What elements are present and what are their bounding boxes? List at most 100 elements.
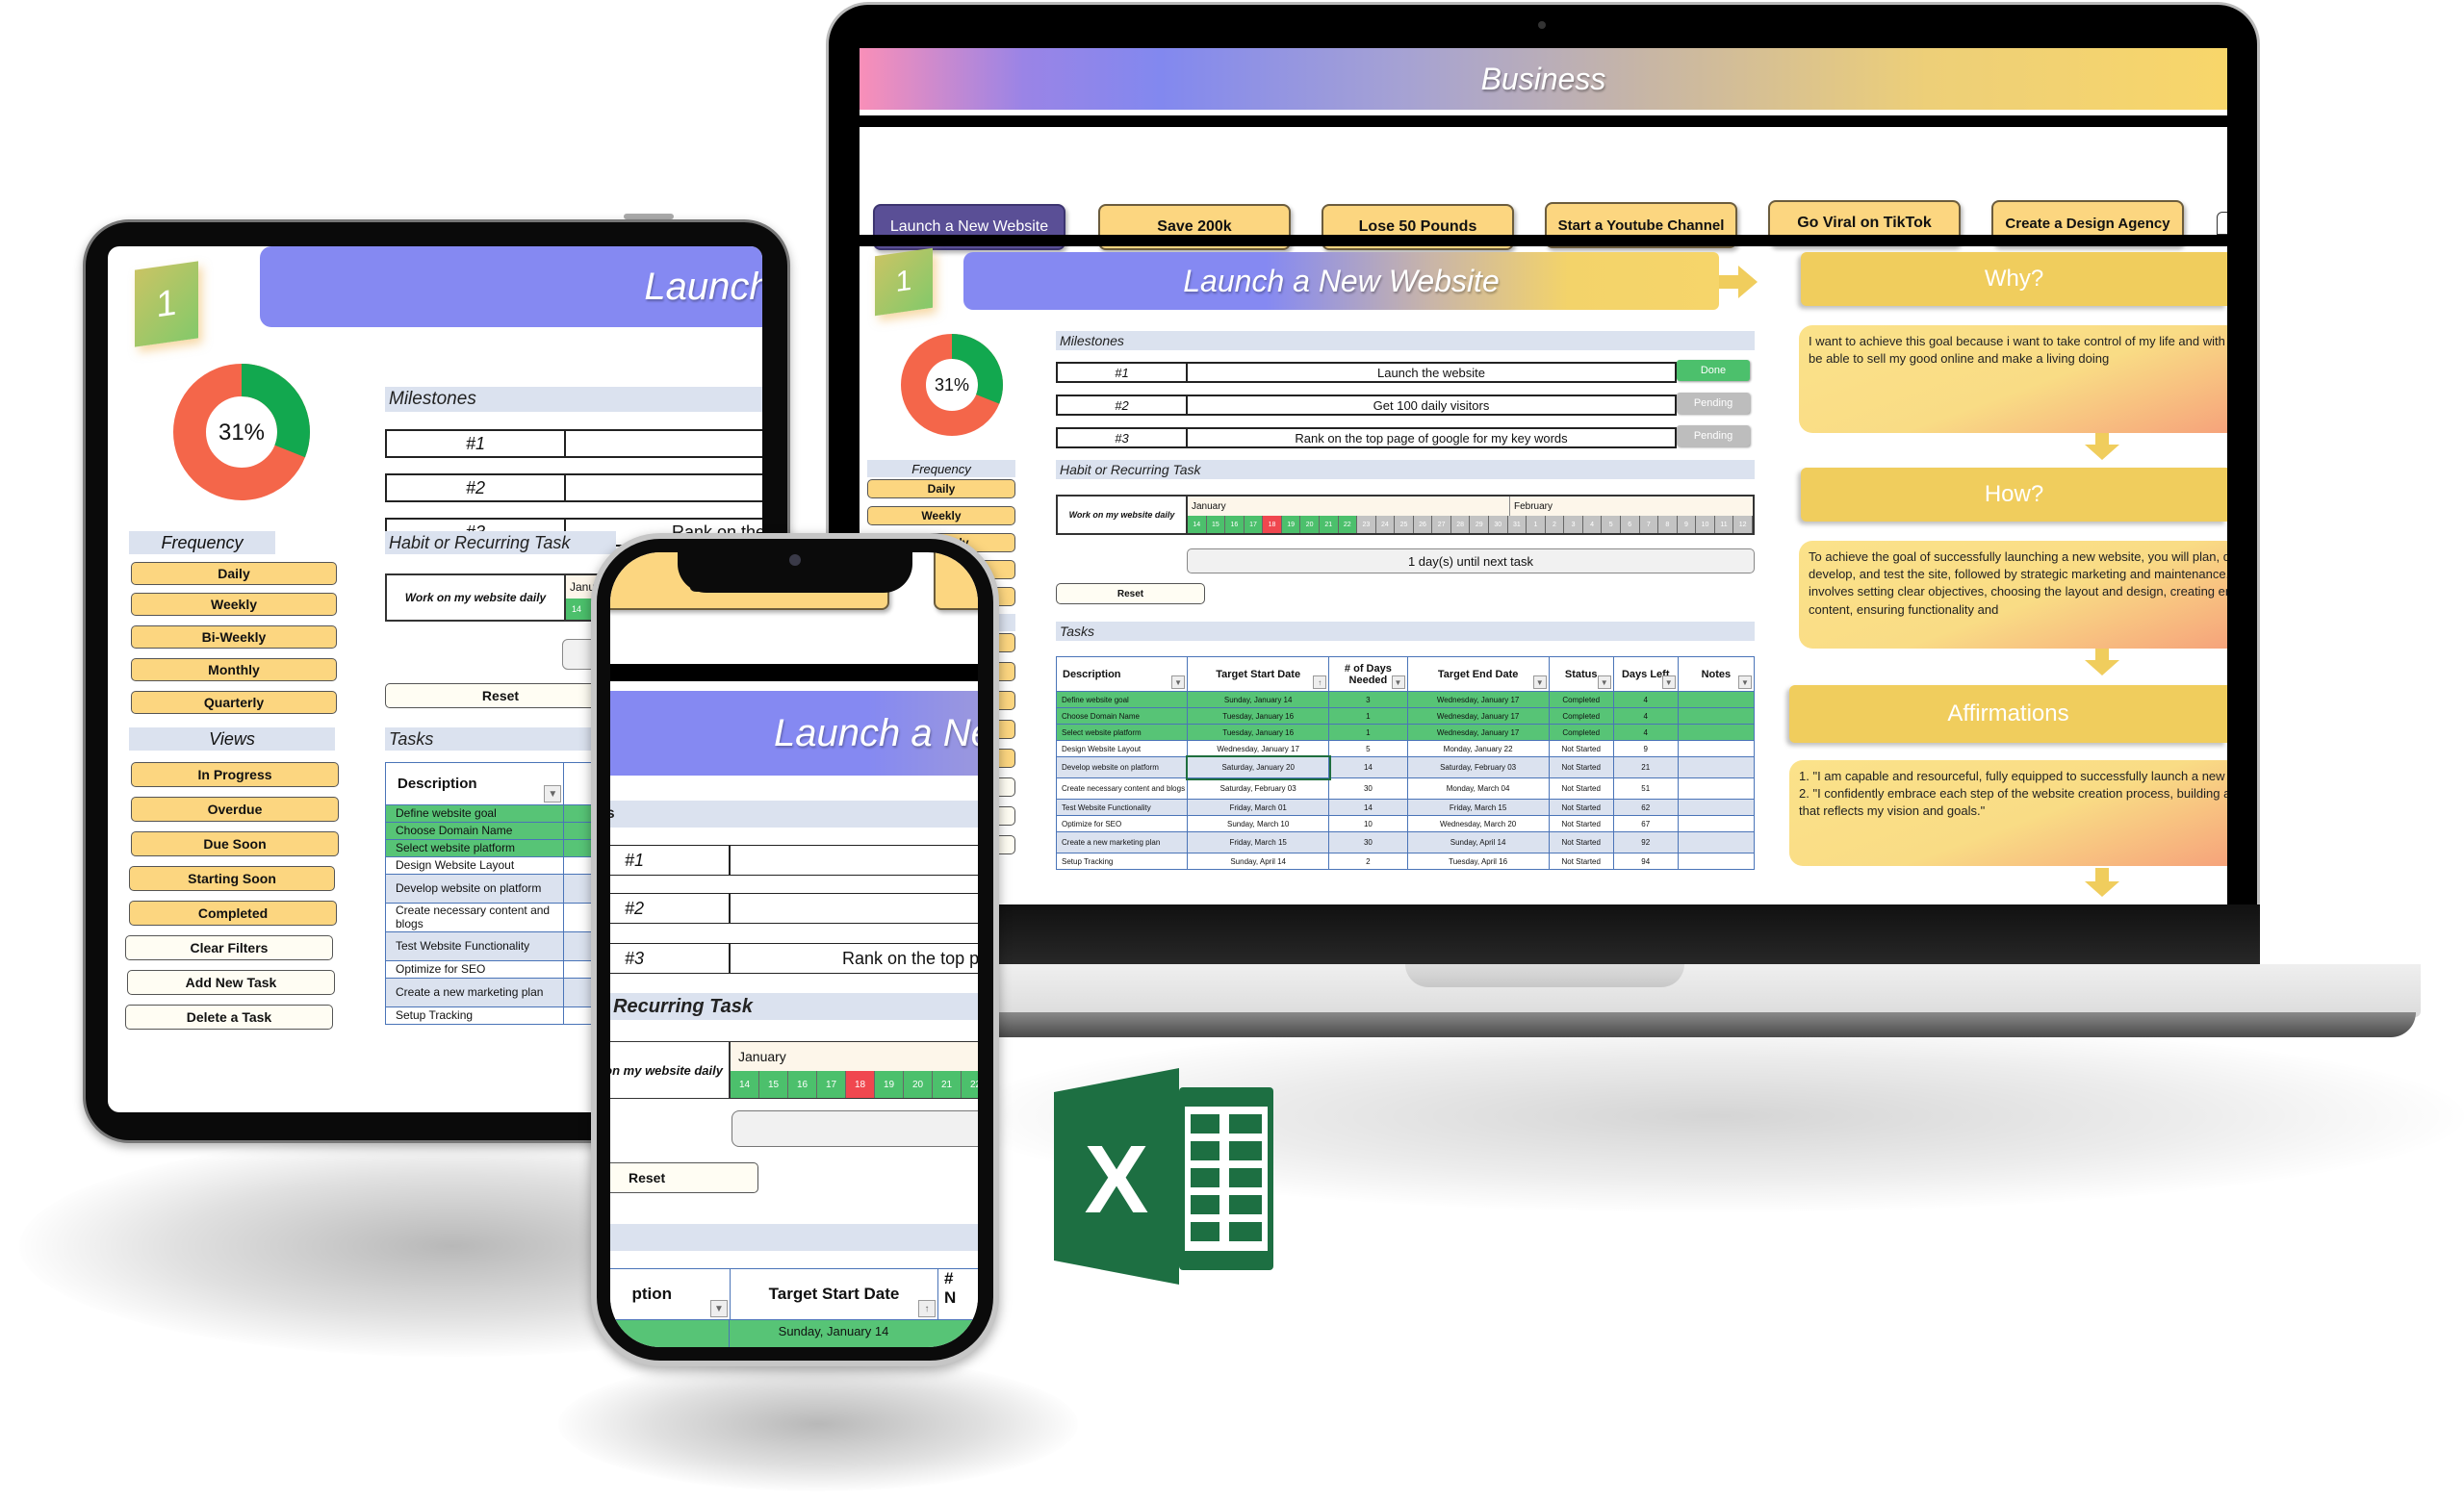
filter-dropdown-icon[interactable]: ▼ [710,1300,728,1317]
habit-reset-button[interactable]: Reset [610,1162,758,1193]
habit-day-done[interactable]: 16 [788,1071,817,1098]
goal-tab-lose-50-pounds[interactable] [934,552,978,610]
view-completed-button[interactable]: Completed [129,901,337,926]
task-description[interactable]: Create necessary content and blogs [384,903,565,932]
task-description[interactable]: Create a new marketing plan [1055,831,1189,853]
table-row[interactable]: Define website goal Sunday, January 14 3 We… [1055,691,1756,708]
table-row[interactable]: Create necessary content and blogs Saturd… [1055,777,1756,800]
task-notes[interactable] [1677,799,1756,816]
task-description[interactable]: Define website goal [384,804,565,823]
frequency-quarterly-button[interactable]: Quarterly [131,691,337,714]
task-start-date[interactable]: Tuesday, January 16 [1187,707,1330,725]
task-description[interactable]: Design Website Layout [1055,740,1189,757]
task-days-needed[interactable]: 10 [1328,815,1408,832]
task-days-left[interactable]: 21 [1612,756,1679,778]
filter-dropdown-icon[interactable]: ▼ [544,785,562,802]
task-status[interactable]: Completed [1548,707,1614,725]
task-start-date[interactable]: Friday, March 15 [1187,831,1330,853]
task-end-date[interactable]: Monday, March 04 [1406,777,1550,800]
habit-day-future[interactable]: 26 [1413,516,1433,533]
habit-day-future[interactable]: 23 [1357,516,1376,533]
task-days-needed[interactable]: 14 [1328,756,1408,778]
habit-day-future[interactable]: 30 [1489,516,1508,533]
task-status[interactable]: Completed [1548,691,1614,708]
habit-day-done[interactable]: 14 [731,1071,759,1098]
why-text[interactable]: I want to achieve this goal because i wa… [1799,325,2227,433]
task-days-needed[interactable]: 5 [1328,740,1408,757]
task-description[interactable]: Test Website Functionality [384,931,565,961]
task-days-left[interactable]: 67 [1612,815,1679,832]
milestone-text[interactable] [731,846,978,875]
habit-day-future[interactable]: 10 [1696,516,1715,533]
filter-dropdown-icon[interactable]: ▼ [1661,675,1676,689]
task-description[interactable]: Setup Tracking [1055,853,1189,870]
task-status[interactable]: Not Started [1548,815,1614,832]
task-days-needed[interactable]: 2 [1328,853,1408,870]
task-start-date[interactable]: Sunday, March 10 [1187,815,1330,832]
table-row[interactable]: Create necessary content and blogs [384,903,616,932]
task-end-date[interactable]: Saturday, February 03 [1406,756,1550,778]
habit-day-done[interactable]: 19 [1281,516,1301,533]
task-end-date[interactable]: Wednesday, March 20 [1406,815,1550,832]
task-days-needed[interactable]: 1 [1328,724,1408,741]
task-description[interactable]: Optimize for SEO [384,960,565,979]
habit-day-future[interactable]: 1 [1527,516,1546,533]
task-days-left[interactable]: 9 [1612,740,1679,757]
habit-day-done[interactable]: 21 [933,1071,962,1098]
task-description[interactable]: Test Website Functionality [1055,799,1189,816]
habit-day-future[interactable]: 4 [1582,516,1603,533]
habit-day-done[interactable]: 17 [1244,516,1264,533]
view-in-progress-button[interactable]: In Progress [131,762,339,787]
table-row[interactable]: Select website platform Tuesday, January … [1055,724,1756,741]
delete-task-button[interactable]: Delete a Task [125,1005,333,1030]
habit-day-future[interactable]: 27 [1432,516,1451,533]
habit-day-future[interactable]: 7 [1639,516,1659,533]
milestone-text[interactable]: Rank on the top page of google for my ke… [731,944,978,973]
task-status[interactable]: Not Started [1548,777,1614,800]
clear-filters-button[interactable]: Clear Filters [125,935,333,960]
task-notes[interactable] [1677,853,1756,870]
task-end-date[interactable]: Wednesday, January 17 [1406,707,1550,725]
frequency-daily-button[interactable]: Daily [867,479,1015,498]
task-status[interactable]: Not Started [1548,756,1614,778]
task-end-date[interactable]: Tuesday, April 16 [1406,853,1550,870]
task-description[interactable]: Define website goal [1055,691,1189,708]
task-notes[interactable] [1677,740,1756,757]
task-notes[interactable] [1677,777,1756,800]
task-days-left[interactable]: 94 [1612,853,1679,870]
table-row[interactable]: Create a new marketing plan Friday, March… [1055,831,1756,853]
task-notes[interactable] [1677,707,1756,725]
frequency-weekly-button[interactable]: Weekly [867,506,1015,525]
task-days-left[interactable]: 92 [1612,831,1679,853]
task-start-date[interactable]: Tuesday, January 16 [1187,724,1330,741]
table-row[interactable]: Develop website on platform Saturday, Jan… [1055,754,1756,780]
filter-dropdown-icon[interactable]: ▼ [1171,675,1186,689]
table-row[interactable]: Optimize for SEO Sunday, March 10 10 Wednes… [1055,815,1756,832]
task-status[interactable]: Completed [1548,724,1614,741]
habit-day-done[interactable]: 16 [1225,516,1245,533]
task-status[interactable]: Not Started [1548,799,1614,816]
table-row[interactable]: Design Website Layout [384,856,616,875]
task-status[interactable]: Not Started [1548,831,1614,853]
filter-dropdown-icon[interactable]: ▼ [1532,675,1547,689]
sort-filter-icon[interactable]: ↑ [1313,675,1327,689]
habit-day-future[interactable]: 5 [1602,516,1621,533]
task-days-needed[interactable]: 3 [1328,691,1408,708]
task-description[interactable]: Setup Tracking [384,1006,565,1025]
view-starting-soon-button[interactable]: Starting Soon [129,866,335,891]
milestone-text[interactable]: Rank on the top page of google for my ke… [1188,429,1675,446]
habit-day-done[interactable]: 21 [1319,516,1339,533]
filter-dropdown-icon[interactable]: ▼ [1738,675,1752,689]
milestone-status-pending[interactable]: Pending [1677,393,1750,414]
habit-reset-button[interactable]: Reset [1056,583,1205,604]
habit-day-missed[interactable]: 18 [846,1071,875,1098]
task-days-needed[interactable]: 14 [1328,799,1408,816]
table-row[interactable]: Choose Domain Name [384,822,616,840]
habit-day-future[interactable]: 6 [1620,516,1640,533]
milestone-status-pending[interactable]: Pending [1677,425,1750,446]
task-notes[interactable] [1677,756,1756,778]
habit-day-future[interactable]: 28 [1450,516,1471,533]
sort-filter-icon[interactable]: ↑ [918,1300,936,1317]
table-row[interactable]: Select website platform [384,839,616,857]
habit-day-done[interactable]: 17 [817,1071,846,1098]
